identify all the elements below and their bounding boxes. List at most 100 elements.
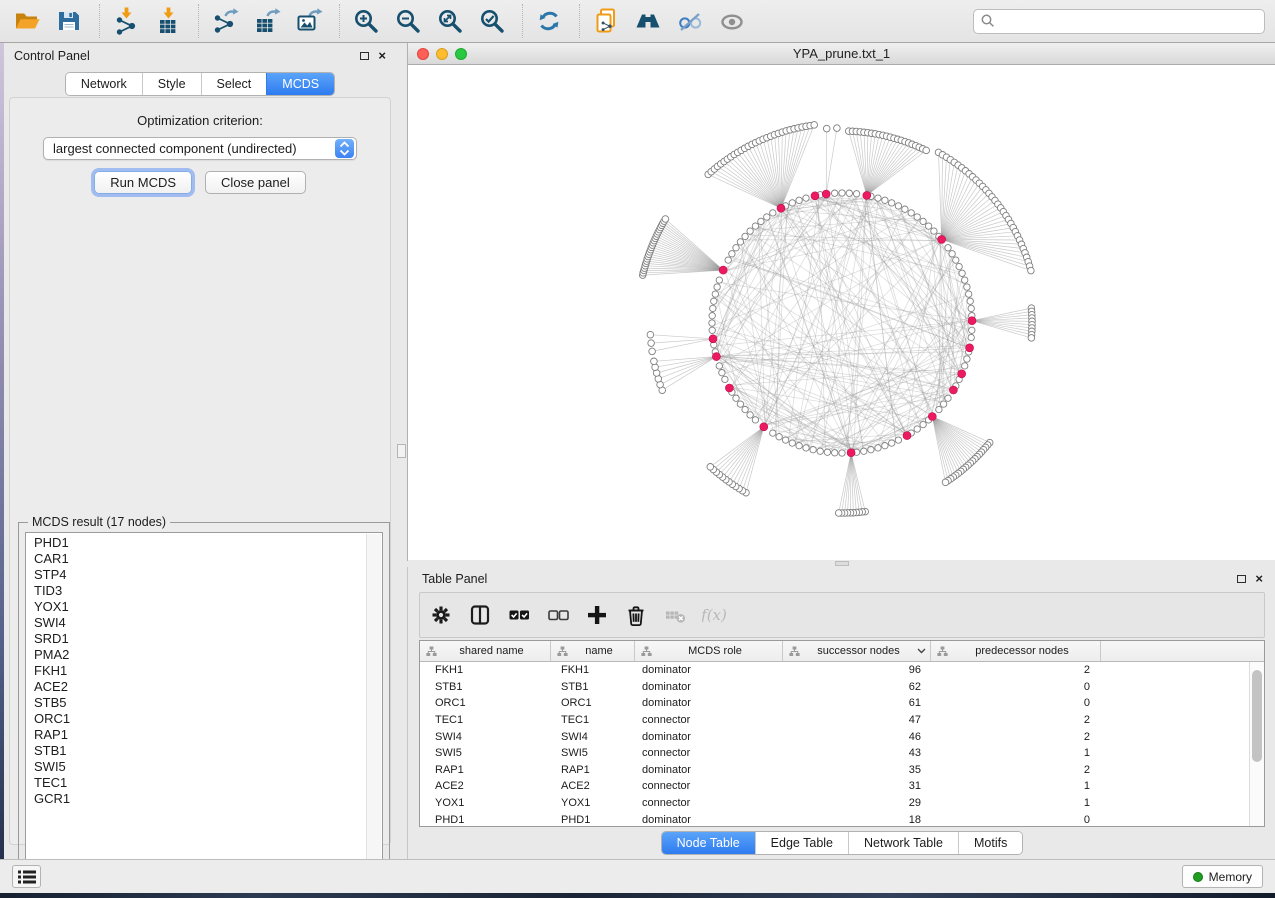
select-all-icon[interactable] bbox=[506, 602, 532, 628]
import-network-icon[interactable] bbox=[111, 6, 141, 36]
cell-shared-name: RAP1 bbox=[420, 764, 551, 776]
result-node-item[interactable]: YOX1 bbox=[26, 599, 365, 615]
mcds-list-scrollbar[interactable] bbox=[366, 534, 381, 883]
result-node-item[interactable]: STB5 bbox=[26, 695, 365, 711]
vertical-splitter-handle[interactable] bbox=[397, 444, 406, 458]
settings-gear-icon[interactable] bbox=[428, 602, 454, 628]
table-row[interactable]: ORC1ORC1dominator610 bbox=[420, 695, 1249, 712]
close-table-panel-icon[interactable]: × bbox=[1255, 574, 1263, 584]
result-node-item[interactable]: STP4 bbox=[26, 567, 365, 583]
zoom-fit-icon[interactable] bbox=[435, 6, 465, 36]
table-row[interactable]: PHD1PHD1dominator180 bbox=[420, 811, 1249, 826]
table-columns-icon[interactable] bbox=[467, 602, 493, 628]
table-tab-edge-table[interactable]: Edge Table bbox=[755, 832, 848, 854]
optimization-criterion-label: Optimization criterion: bbox=[10, 113, 390, 128]
result-node-item[interactable]: RAP1 bbox=[26, 727, 365, 743]
open-session-icon[interactable] bbox=[12, 6, 42, 36]
maximize-window-icon[interactable] bbox=[455, 48, 467, 60]
close-panel-icon[interactable]: × bbox=[378, 51, 386, 61]
cell-name: STB1 bbox=[551, 681, 635, 693]
zoom-out-icon[interactable] bbox=[393, 6, 423, 36]
network-window-title: YPA_prune.txt_1 bbox=[408, 46, 1275, 61]
search-input[interactable] bbox=[996, 13, 1264, 29]
horizontal-splitter-handle[interactable] bbox=[835, 561, 849, 566]
memory-button[interactable]: Memory bbox=[1182, 865, 1263, 888]
hide-glasses-icon[interactable] bbox=[675, 6, 705, 36]
tab-mcds[interactable]: MCDS bbox=[266, 73, 334, 95]
status-bar: Memory bbox=[0, 859, 1275, 893]
import-table-icon[interactable] bbox=[153, 6, 183, 36]
result-node-item[interactable]: ORC1 bbox=[26, 711, 365, 727]
result-node-item[interactable]: ACE2 bbox=[26, 679, 365, 695]
vertical-splitter[interactable] bbox=[396, 43, 407, 859]
result-node-item[interactable]: TID3 bbox=[26, 583, 365, 599]
result-node-item[interactable]: SWI4 bbox=[26, 615, 365, 631]
tab-style[interactable]: Style bbox=[142, 73, 201, 95]
table-row[interactable]: FKH1FKH1dominator962 bbox=[420, 662, 1249, 679]
main-toolbar bbox=[0, 0, 1275, 43]
export-table-icon[interactable] bbox=[252, 6, 282, 36]
tab-network[interactable]: Network bbox=[66, 73, 142, 95]
column-type-icon bbox=[641, 646, 652, 657]
document-share-icon[interactable] bbox=[591, 6, 621, 36]
zoom-selected-icon[interactable] bbox=[477, 6, 507, 36]
eye-icon[interactable] bbox=[717, 6, 747, 36]
network-window-titlebar[interactable]: YPA_prune.txt_1 bbox=[408, 43, 1275, 65]
column-header-MCDS-role[interactable]: MCDS role bbox=[635, 641, 783, 661]
network-canvas[interactable] bbox=[408, 65, 1275, 560]
result-node-item[interactable]: SWI5 bbox=[26, 759, 365, 775]
search-box[interactable] bbox=[973, 9, 1265, 34]
deselect-all-icon[interactable] bbox=[545, 602, 571, 628]
dominator-node bbox=[966, 344, 974, 352]
result-node-item[interactable]: STB1 bbox=[26, 743, 365, 759]
cell-successor-nodes: 43 bbox=[783, 747, 931, 759]
float-panel-icon[interactable] bbox=[360, 52, 369, 60]
column-header-successor-nodes[interactable]: successor nodes bbox=[783, 641, 931, 661]
table-row[interactable]: RAP1RAP1dominator352 bbox=[420, 762, 1249, 779]
export-image-icon[interactable] bbox=[294, 6, 324, 36]
table-row[interactable]: YOX1YOX1connector291 bbox=[420, 795, 1249, 812]
task-history-button[interactable] bbox=[12, 865, 41, 888]
table-row[interactable]: SWI5SWI5connector431 bbox=[420, 745, 1249, 762]
table-row[interactable]: ACE2ACE2connector311 bbox=[420, 778, 1249, 795]
export-network-icon[interactable] bbox=[210, 6, 240, 36]
minimize-window-icon[interactable] bbox=[436, 48, 448, 60]
table-row[interactable]: STB1STB1dominator620 bbox=[420, 679, 1249, 696]
sort-chevron-icon[interactable] bbox=[917, 648, 926, 654]
result-node-item[interactable]: CAR1 bbox=[26, 551, 365, 567]
close-window-icon[interactable] bbox=[417, 48, 429, 60]
table-tab-motifs[interactable]: Motifs bbox=[958, 832, 1022, 854]
add-entry-icon[interactable] bbox=[584, 602, 610, 628]
criterion-select[interactable]: largest connected component (undirected) bbox=[43, 137, 357, 160]
result-node-item[interactable]: SRD1 bbox=[26, 631, 365, 647]
cell-predecessor-nodes: 0 bbox=[931, 814, 1101, 826]
table-row[interactable]: TEC1TEC1connector472 bbox=[420, 712, 1249, 729]
mcds-result-list[interactable]: PHD1CAR1STP4TID3YOX1SWI4SRD1PMA2FKH1ACE2… bbox=[25, 532, 383, 885]
table-scrollbar[interactable] bbox=[1249, 662, 1264, 826]
result-node-item[interactable]: PMA2 bbox=[26, 647, 365, 663]
column-header-predecessor-nodes[interactable]: predecessor nodes bbox=[931, 641, 1101, 661]
result-node-item[interactable]: TEC1 bbox=[26, 775, 365, 791]
svg-text:f(x): f(x) bbox=[702, 606, 726, 624]
refresh-icon[interactable] bbox=[534, 6, 564, 36]
result-node-item[interactable]: PHD1 bbox=[26, 535, 365, 551]
cell-name: FKH1 bbox=[551, 664, 635, 676]
table-tab-node-table[interactable]: Node Table bbox=[662, 832, 755, 854]
save-session-icon[interactable] bbox=[54, 6, 84, 36]
column-header-shared-name[interactable]: shared name bbox=[420, 641, 551, 661]
result-node-item[interactable]: GCR1 bbox=[26, 791, 365, 807]
delete-entry-icon[interactable] bbox=[623, 602, 649, 628]
network-graph[interactable] bbox=[408, 65, 1275, 560]
float-table-panel-icon[interactable] bbox=[1237, 575, 1246, 583]
cell-mcds-role: connector bbox=[635, 797, 783, 809]
tab-select[interactable]: Select bbox=[201, 73, 267, 95]
zoom-in-icon[interactable] bbox=[351, 6, 381, 36]
result-node-item[interactable]: FKH1 bbox=[26, 663, 365, 679]
close-panel-button[interactable]: Close panel bbox=[205, 171, 306, 194]
table-scrollbar-thumb[interactable] bbox=[1252, 670, 1262, 762]
run-mcds-button[interactable]: Run MCDS bbox=[94, 171, 192, 194]
column-header-name[interactable]: name bbox=[551, 641, 635, 661]
table-tab-network-table[interactable]: Network Table bbox=[848, 832, 958, 854]
binoculars-icon[interactable] bbox=[633, 6, 663, 36]
table-row[interactable]: SWI4SWI4dominator462 bbox=[420, 728, 1249, 745]
